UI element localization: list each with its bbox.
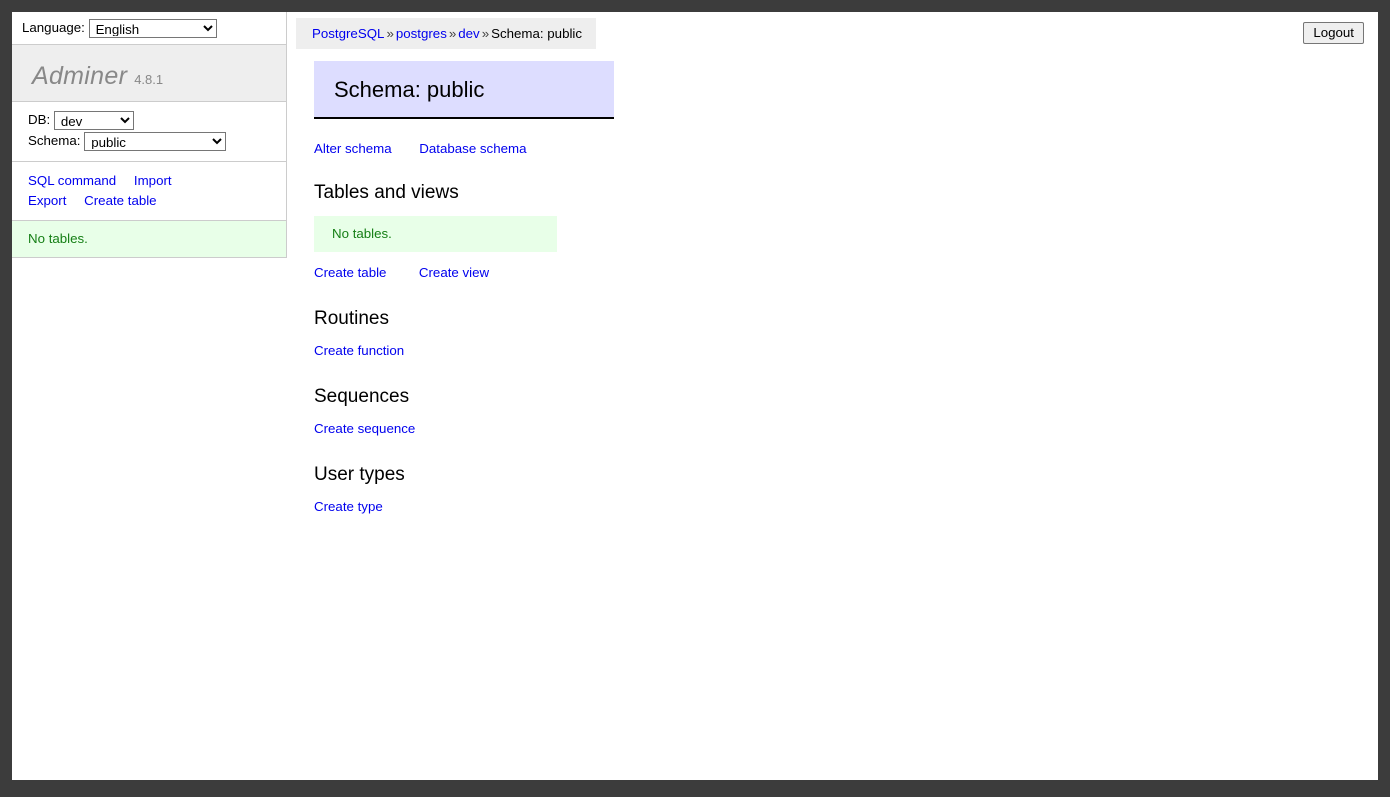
sequences-links: Create sequence xyxy=(314,420,1378,438)
database-selector-block: DB: dev Schema: public xyxy=(12,102,286,162)
link-alter-schema[interactable]: Alter schema xyxy=(314,141,392,156)
link-create-view[interactable]: Create view xyxy=(419,265,489,280)
main-content: Logout PostgreSQL» postgres» dev» Schema: p… xyxy=(296,12,1378,780)
adminer-logo: Adminer 4.8.1 xyxy=(12,44,286,102)
language-label: Language: xyxy=(22,20,85,36)
logout-area: Logout xyxy=(1303,22,1364,44)
db-row: DB: dev xyxy=(28,110,276,130)
breadcrumb: PostgreSQL» postgres» dev» Schema: public xyxy=(296,18,597,49)
breadcrumb-current: Schema: public xyxy=(491,26,583,41)
breadcrumb-separator-3: » xyxy=(481,26,490,41)
language-selector-row: Language: English xyxy=(12,12,286,44)
sidebar-link-create-table[interactable]: Create table xyxy=(84,193,156,208)
sidebar-no-tables-message: No tables. xyxy=(12,220,286,258)
schema-select[interactable]: public xyxy=(84,131,227,151)
sidebar-link-sql-command[interactable]: SQL command xyxy=(28,173,116,188)
link-create-function[interactable]: Create function xyxy=(314,343,404,358)
breadcrumb-link-dev[interactable]: dev xyxy=(458,26,479,41)
language-select[interactable]: English xyxy=(88,19,217,38)
logout-button[interactable]: Logout xyxy=(1303,22,1364,44)
schema-label: Schema: xyxy=(28,132,81,148)
breadcrumb-link-postgresql[interactable]: PostgreSQL xyxy=(312,26,384,41)
sidebar-action-links: SQL command Import Export Create table xyxy=(12,162,286,221)
sidebar-links-line-2: Export Create table xyxy=(28,191,276,210)
link-create-type[interactable]: Create type xyxy=(314,499,383,514)
heading-user-types: User types xyxy=(314,464,405,485)
link-database-schema[interactable]: Database schema xyxy=(419,141,526,156)
sidebar-links-line-1: SQL command Import xyxy=(28,171,276,190)
page-title: Schema: public xyxy=(314,61,614,119)
no-tables-message: No tables. xyxy=(314,216,557,252)
adminer-logo-name: Adminer xyxy=(32,62,128,90)
user-types-links: Create type xyxy=(314,498,1378,516)
browser-viewport: Language: English Adminer 4.8.1 DB: dev … xyxy=(12,12,1378,780)
tables-links: Create table Create view xyxy=(314,264,1378,282)
link-create-sequence[interactable]: Create sequence xyxy=(314,421,415,436)
breadcrumb-link-postgres[interactable]: postgres xyxy=(396,26,447,41)
breadcrumb-separator-2: » xyxy=(448,26,457,41)
sidebar: Language: English Adminer 4.8.1 DB: dev … xyxy=(12,12,287,258)
breadcrumb-separator-1: » xyxy=(386,26,394,41)
heading-routines: Routines xyxy=(314,308,389,329)
content-body: Alter schema Database schema Tables and … xyxy=(296,141,1378,516)
sidebar-link-export[interactable]: Export xyxy=(28,193,66,208)
heading-sequences: Sequences xyxy=(314,386,410,407)
link-create-table[interactable]: Create table xyxy=(314,265,386,280)
schema-row: Schema: public xyxy=(28,131,276,151)
db-label: DB: xyxy=(28,112,51,127)
heading-tables-and-views: Tables and views xyxy=(314,182,459,203)
sidebar-link-import[interactable]: Import xyxy=(134,173,172,188)
db-select[interactable]: dev xyxy=(53,110,134,130)
adminer-version: 4.8.1 xyxy=(134,72,164,87)
routines-links: Create function xyxy=(314,342,1378,360)
schema-top-links: Alter schema Database schema xyxy=(314,141,1378,156)
